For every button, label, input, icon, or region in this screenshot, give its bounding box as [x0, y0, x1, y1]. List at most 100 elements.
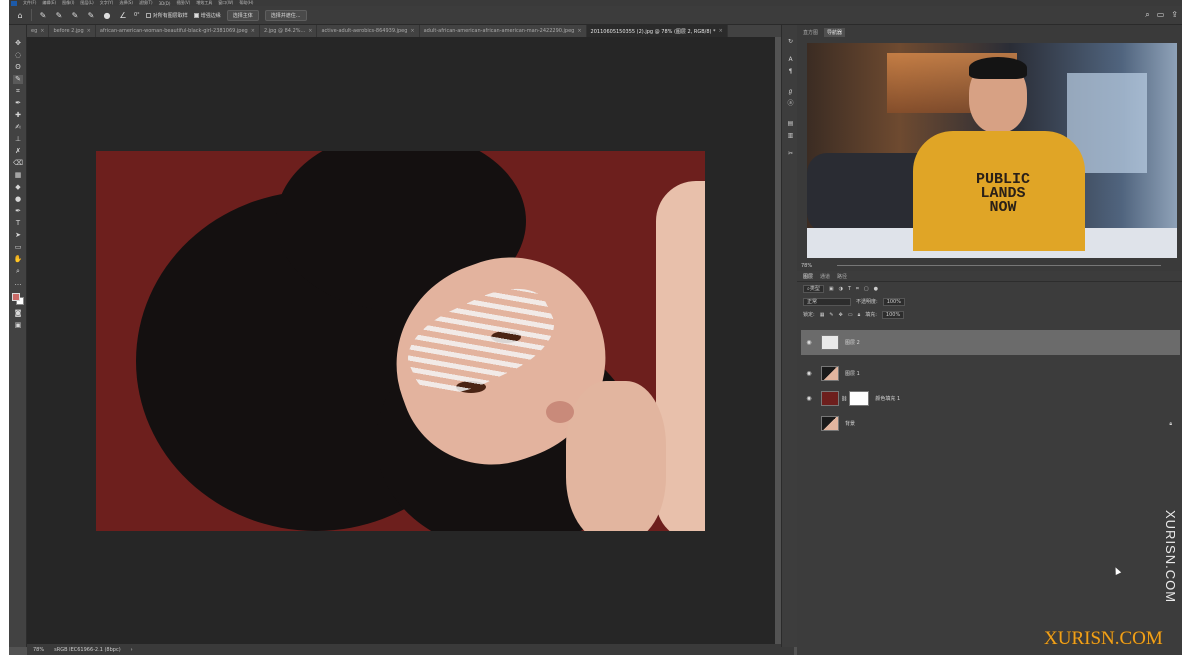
history-panel-icon[interactable]: ↻ [786, 37, 795, 46]
share-icon[interactable]: ⇪ [1171, 10, 1178, 20]
menu-3d[interactable]: 3D(D) [159, 1, 171, 6]
blur-tool-icon[interactable]: ◆ [13, 183, 23, 192]
sample-all-layers-checkbox[interactable]: 对所有图层取样 [145, 12, 188, 19]
brush-tool-icon[interactable]: ✍ [13, 123, 23, 132]
search-icon[interactable]: ⌕ [1145, 10, 1149, 20]
enhance-edge-checkbox[interactable]: 增强边缘 [193, 12, 221, 19]
rectangle-tool-icon[interactable]: ▭ [13, 243, 23, 252]
lock-artboard-icon[interactable]: ▭ [848, 312, 853, 318]
layer-kind-filter[interactable]: ⌕ 类型 [803, 284, 824, 293]
close-icon[interactable]: × [719, 28, 723, 34]
close-icon[interactable]: × [40, 28, 44, 34]
move-tool-icon[interactable]: ✥ [13, 39, 23, 48]
pen-tool-icon[interactable]: ✒ [13, 207, 23, 216]
close-icon[interactable]: × [308, 28, 312, 34]
document-tab[interactable]: 2.jpg @ 84.2%... × [260, 25, 318, 37]
layer-row[interactable]: ◉ 图层 1 [801, 361, 1180, 386]
layer-row[interactable]: ◉ ⛓ 颜色填充 1 [801, 386, 1180, 411]
clone-stamp-icon[interactable]: ⊥ [13, 135, 23, 144]
close-icon[interactable]: × [577, 28, 581, 34]
zoom-tool-icon[interactable]: ⌕ [13, 267, 23, 276]
close-icon[interactable]: × [251, 28, 255, 34]
foreground-color-swatch[interactable] [12, 293, 20, 301]
layer-row[interactable]: 背景 🔒︎ [801, 411, 1180, 436]
lock-transparent-icon[interactable]: ▦ [820, 312, 825, 318]
libraries-panel-icon[interactable]: ▤ [786, 119, 795, 128]
canvas-area[interactable] [27, 37, 775, 644]
lock-position-icon[interactable]: ✥ [839, 312, 843, 318]
quick-selection-preset-icon[interactable]: ✎ [38, 10, 48, 20]
filter-shape-icon[interactable]: ⌗ [856, 286, 859, 292]
filter-type-icon[interactable]: T [848, 286, 851, 292]
subtract-selection-icon[interactable]: ✎ [86, 10, 96, 20]
document-tab[interactable]: eg × [27, 25, 50, 37]
document-tab-active[interactable]: 20110605150355 (2).jpg @ 78% (图层 2, RGB/… [586, 25, 728, 37]
adjustments-panel-icon[interactable]: ▥ [786, 131, 795, 140]
more-tools-icon[interactable]: … [13, 279, 23, 288]
select-and-mask-button[interactable]: 选择并遮住... [264, 9, 307, 21]
history-brush-icon[interactable]: ✗ [13, 147, 23, 156]
eye-icon[interactable]: ◉ [801, 339, 817, 346]
close-icon[interactable]: × [410, 28, 414, 34]
navigator-zoom-value[interactable]: 78% [801, 263, 812, 269]
document-tab[interactable]: african-american-woman-beautiful-black-g… [96, 25, 260, 37]
quick-mask-icon[interactable]: ◙ [13, 309, 23, 318]
document-tab[interactable]: active-adult-aerobics-864939.jpeg × [317, 25, 420, 37]
eye-icon[interactable]: ◉ [801, 370, 817, 377]
marquee-tool-icon[interactable]: ◌ [13, 51, 23, 60]
tab-paths[interactable]: 路径 [837, 273, 847, 280]
layer-mask-thumbnail[interactable] [849, 391, 870, 406]
link-icon[interactable]: ⛓ [841, 396, 847, 402]
document-tab[interactable]: adult-african-american-african-american-… [420, 25, 587, 37]
filter-pixel-icon[interactable]: ▣ [829, 286, 834, 292]
workspace-icon[interactable]: ▭ [1157, 10, 1165, 20]
blend-mode-select[interactable]: 正常 [803, 297, 851, 306]
tab-histogram[interactable]: 直方图 [803, 29, 818, 36]
new-selection-icon[interactable]: ✎ [54, 10, 64, 20]
eye-icon[interactable]: ◉ [801, 395, 817, 402]
type-tool-icon[interactable]: T [13, 219, 23, 228]
eraser-tool-icon[interactable]: ⌫ [13, 159, 23, 168]
home-icon[interactable]: ⌂ [15, 10, 25, 20]
layer-name[interactable]: 背景 [845, 420, 855, 427]
tab-channels[interactable]: 通道 [820, 273, 830, 280]
crop-tool-icon[interactable]: ⌗ [13, 87, 23, 96]
chevron-right-icon[interactable]: › [131, 647, 133, 653]
tab-layers[interactable]: 图层 [803, 273, 813, 280]
tab-navigator[interactable]: 导航器 [824, 27, 846, 37]
glyphs-panel-icon[interactable]: ℊ [786, 87, 795, 96]
select-subject-button[interactable]: 选择主体 [226, 9, 259, 21]
hand-tool-icon[interactable]: ✋ [13, 255, 23, 264]
path-selection-icon[interactable]: ➤ [13, 231, 23, 240]
artwork-image[interactable] [96, 151, 705, 531]
filter-adjustment-icon[interactable]: ◑ [839, 286, 843, 292]
paragraph-panel-icon[interactable]: ¶ [786, 67, 795, 76]
filter-smart-object-icon[interactable]: ▢ [864, 286, 869, 292]
eyedropper-tool-icon[interactable]: ✒ [13, 99, 23, 108]
layer-row[interactable]: ◉ 图层 2 [801, 330, 1180, 355]
tools-panel-icon[interactable]: ✂ [786, 149, 795, 158]
angle-value[interactable]: 0° [134, 12, 140, 18]
opacity-field[interactable]: 100% [882, 297, 905, 306]
layer-name[interactable]: 图层 1 [845, 370, 860, 377]
layer-name[interactable]: 颜色填充 1 [875, 395, 900, 402]
filter-toggle-icon[interactable]: ● [874, 286, 878, 292]
lock-all-icon[interactable]: 🔒︎ [858, 312, 861, 318]
gradient-tool-icon[interactable]: ▦ [13, 171, 23, 180]
healing-brush-icon[interactable]: ✚ [13, 111, 23, 120]
add-selection-icon[interactable]: ✎ [70, 10, 80, 20]
document-tab[interactable]: before 2.jpg × [49, 25, 96, 37]
lock-pixels-icon[interactable]: ✎ [829, 312, 833, 318]
fill-field[interactable]: 100% [881, 310, 905, 319]
quick-selection-tool-icon[interactable]: ✎ [13, 75, 23, 84]
navigator-zoom-slider[interactable] [837, 265, 1161, 266]
status-zoom[interactable]: 78% [33, 647, 44, 653]
close-icon[interactable]: × [87, 28, 91, 34]
lasso-tool-icon[interactable]: ʘ [13, 63, 23, 72]
properties-panel-icon[interactable]: ⓐ [786, 99, 795, 108]
brush-size-icon[interactable]: ● [102, 10, 112, 20]
character-panel-icon[interactable]: A [786, 55, 795, 64]
dodge-tool-icon[interactable]: ● [13, 195, 23, 204]
screen-mode-icon[interactable]: ▣ [13, 321, 23, 330]
layer-name[interactable]: 图层 2 [845, 339, 860, 346]
